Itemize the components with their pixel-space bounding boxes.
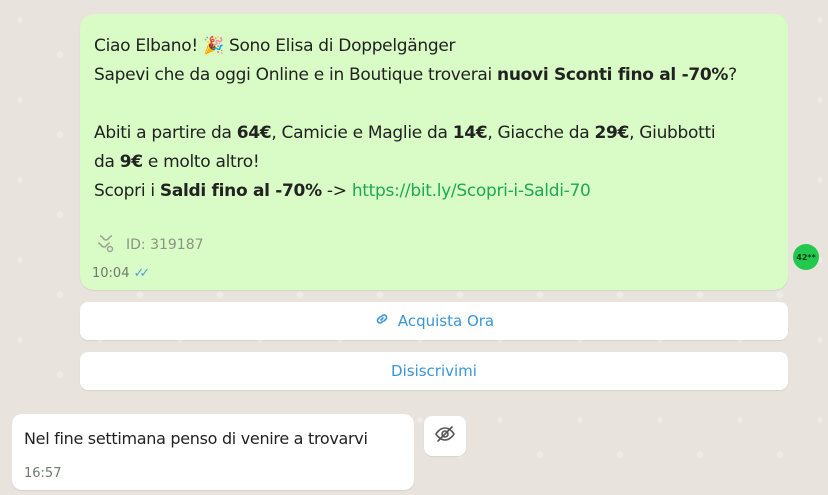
- message-line: Scopri i Saldi fino al -70% -> https://b…: [94, 181, 591, 201]
- incoming-message-text: Nel fine settimana penso di venire a tro…: [24, 429, 368, 448]
- message-meta: 10:04 ✓✓: [92, 266, 150, 281]
- double-check-icon: ✓✓: [133, 266, 150, 281]
- promo-link[interactable]: https://bit.ly/Scopri-i-Saldi-70: [352, 181, 591, 201]
- message-time: 10:04: [92, 266, 130, 281]
- buy-now-button[interactable]: Acquista Ora: [80, 302, 788, 340]
- eye-off-icon: [434, 423, 456, 449]
- message-line: Ciao Elbano! 🎉 Sono Elisa di Doppelgänge…: [94, 36, 456, 56]
- message-id-label: ID: 319187: [126, 237, 204, 253]
- unsubscribe-label: Disiscrivimi: [391, 362, 477, 380]
- message-id-icon: [94, 232, 116, 258]
- message-id-row: ID: 319187: [94, 232, 204, 258]
- link-icon: [374, 311, 390, 331]
- unsubscribe-button[interactable]: Disiscrivimi: [80, 352, 788, 390]
- outgoing-message-bubble: Ciao Elbano! 🎉 Sono Elisa di Doppelgänge…: [80, 14, 788, 290]
- hide-message-button[interactable]: [424, 416, 466, 456]
- message-line: Abiti a partire da 64€, Camicie e Maglie…: [94, 123, 716, 143]
- incoming-message-time: 16:57: [24, 466, 62, 481]
- incoming-message-bubble: Nel fine settimana penso di venire a tro…: [12, 414, 414, 490]
- message-line: Sapevi che da oggi Online e in Boutique …: [94, 65, 737, 85]
- sender-avatar[interactable]: 42**: [793, 244, 819, 270]
- message-line: da 9€ e molto altro!: [94, 152, 260, 172]
- buy-now-label: Acquista Ora: [397, 312, 495, 330]
